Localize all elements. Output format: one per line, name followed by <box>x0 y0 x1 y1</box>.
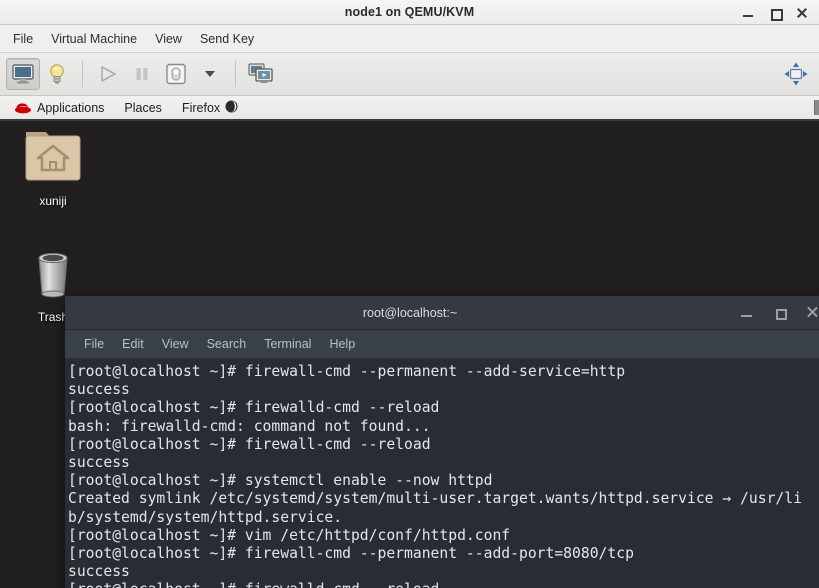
terminal-close-button[interactable] <box>806 306 819 319</box>
panel-status-area[interactable] <box>814 96 819 119</box>
terminal-maximize-button[interactable] <box>773 306 787 320</box>
desktop-icon-label-home: xuniji <box>39 194 67 208</box>
terminal-line: [root@localhost ~]# firewalld-cmd --relo… <box>68 399 440 417</box>
minimize-button[interactable] <box>741 6 755 20</box>
terminal-titlebar: root@localhost:~ <box>65 296 819 330</box>
shutdown-button[interactable] <box>159 58 193 90</box>
panel-item-places[interactable]: Places <box>114 99 172 117</box>
terminal-line: [root@localhost ~]# firewalld-cmd --relo… <box>68 581 819 588</box>
menu-view[interactable]: View <box>146 29 191 49</box>
panel-item-firefox[interactable]: Firefox <box>172 98 248 118</box>
terminal-window: root@localhost:~ File Edit View Search T… <box>65 296 819 588</box>
terminal-menu-file[interactable]: File <box>75 334 113 354</box>
console-view-button[interactable] <box>6 58 40 90</box>
lightbulb-icon <box>50 64 64 84</box>
terminal-window-controls <box>740 306 819 320</box>
snapshots-button[interactable] <box>244 58 278 90</box>
terminal-line: [root@localhost ~]# firewall-cmd --reloa… <box>68 435 431 453</box>
pause-button[interactable] <box>125 58 159 90</box>
terminal-menu-search[interactable]: Search <box>198 334 256 354</box>
terminal-line: [root@localhost ~]# vim /etc/httpd/conf/… <box>68 526 511 544</box>
menu-file[interactable]: File <box>4 29 42 49</box>
close-button[interactable] <box>795 6 809 20</box>
snapshot-screens-icon <box>248 63 273 83</box>
details-view-button[interactable] <box>40 58 74 90</box>
shutdown-options-button[interactable] <box>193 58 227 90</box>
home-folder-icon <box>25 132 81 181</box>
panel-item-label-applications: Applications <box>37 100 105 115</box>
redhat-menu-button[interactable]: Applications <box>4 98 114 117</box>
fullscreen-arrows-icon <box>784 62 808 86</box>
terminal-menu-view[interactable]: View <box>153 334 198 354</box>
menu-virtual-machine[interactable]: Virtual Machine <box>42 29 146 49</box>
firefox-window-icon <box>225 100 238 116</box>
vm-toolbar <box>0 53 819 96</box>
fullscreen-button[interactable] <box>779 58 813 90</box>
terminal-line: success <box>68 563 130 581</box>
terminal-menu-help[interactable]: Help <box>320 334 364 354</box>
terminal-title: root@localhost:~ <box>362 305 458 320</box>
terminal-line: [root@localhost ~]# firewall-cmd --perma… <box>68 545 634 563</box>
panel-item-label-places: Places <box>124 100 162 115</box>
vm-titlebar: node1 on QEMU/KVM <box>0 0 819 25</box>
guest-desktop: Applications Places Firefox xuniji Trash… <box>0 96 819 588</box>
terminal-minimize-button[interactable] <box>740 306 753 319</box>
terminal-line: bash: firewalld-cmd: command not found..… <box>68 417 431 435</box>
chevron-down-icon <box>205 71 215 77</box>
terminal-line: [root@localhost ~]# firewall-cmd --perma… <box>68 363 626 380</box>
menu-send-key[interactable]: Send Key <box>191 29 263 49</box>
vm-menubar: File Virtual Machine View Send Key <box>0 25 819 53</box>
gnome-top-panel: Applications Places Firefox <box>0 96 819 121</box>
terminal-line: success <box>68 454 130 472</box>
screen: node1 on QEMU/KVM File Virtual Machine V… <box>0 0 819 588</box>
desktop-icon-home-folder[interactable]: xuniji <box>14 128 92 208</box>
terminal-line: success <box>68 381 130 399</box>
redhat-logo-icon <box>14 100 32 115</box>
toolbar-separator-1 <box>82 61 83 87</box>
toolbar-separator-2 <box>235 61 236 87</box>
terminal-line: Created symlink /etc/systemd/system/mult… <box>68 490 802 508</box>
terminal-menu-edit[interactable]: Edit <box>113 334 153 354</box>
panel-item-label-firefox: Firefox <box>181 100 221 115</box>
terminal-output[interactable]: [root@localhost ~]# firewall-cmd --perma… <box>65 359 819 588</box>
monitor-icon <box>12 64 34 84</box>
vm-window-controls <box>741 0 815 25</box>
panel-edge-indicator <box>814 100 819 115</box>
terminal-line: b/systemd/system/httpd.service. <box>68 508 343 526</box>
terminal-menu-terminal[interactable]: Terminal <box>255 334 320 354</box>
trash-icon <box>38 252 68 298</box>
play-icon <box>101 66 116 82</box>
terminal-menubar: File Edit View Search Terminal Help <box>65 330 819 359</box>
power-icon <box>166 63 186 85</box>
vm-window-title: node1 on QEMU/KVM <box>344 5 475 19</box>
terminal-line: [root@localhost ~]# systemctl enable --n… <box>68 472 493 490</box>
maximize-button[interactable] <box>768 6 783 21</box>
run-button[interactable] <box>91 58 125 90</box>
pause-icon <box>136 68 148 80</box>
